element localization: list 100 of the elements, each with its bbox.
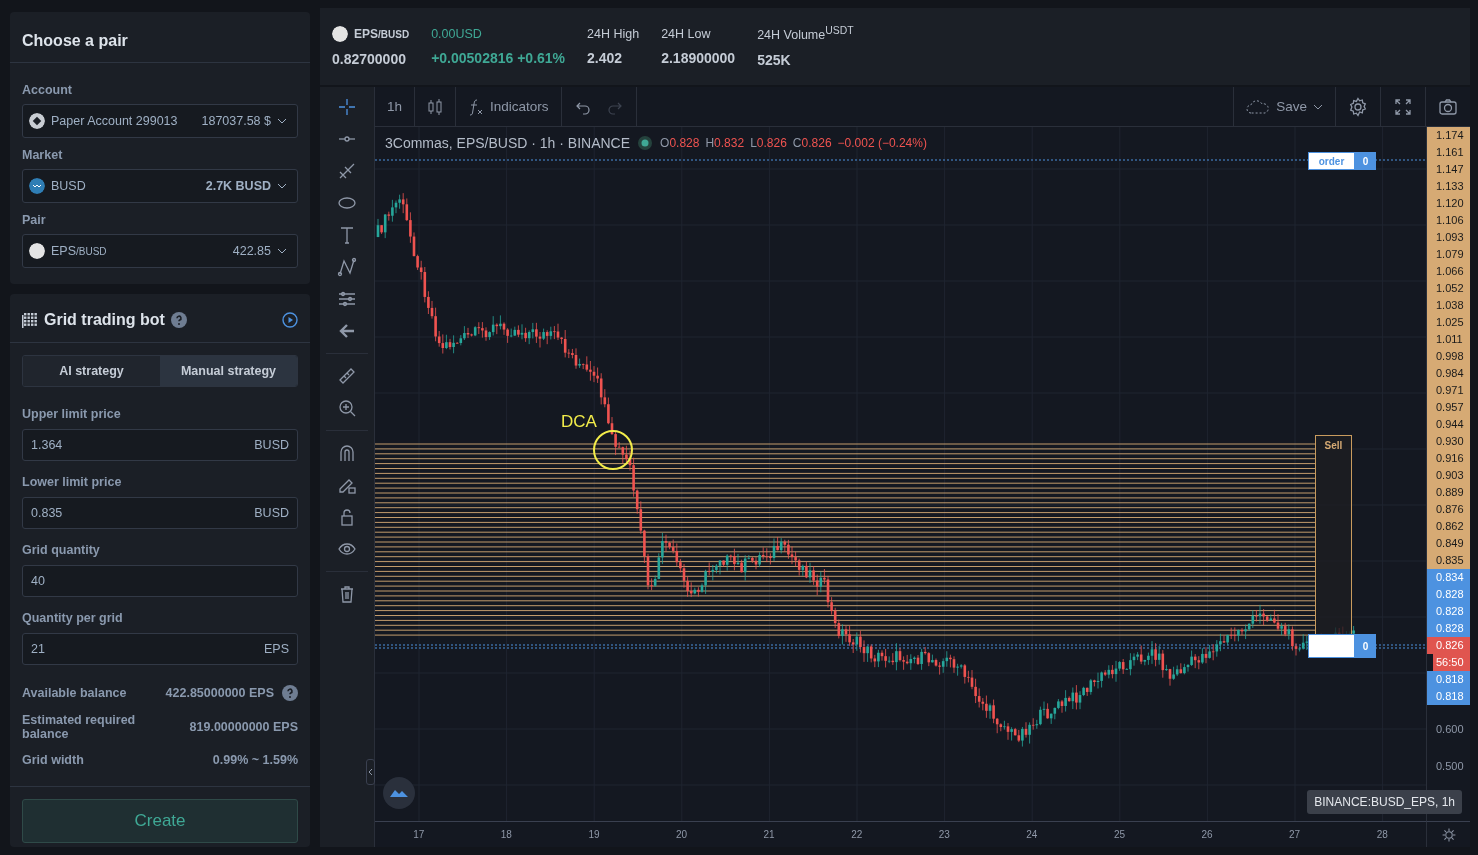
panel-title: Choose a pair: [10, 12, 310, 63]
timeframe-button[interactable]: 1h: [375, 87, 416, 126]
panel-title: Grid trading bot: [44, 311, 165, 329]
field-label: Upper limit price: [22, 407, 122, 421]
input-field[interactable]: 21 EPS: [22, 633, 298, 665]
price-label: 1.161: [1427, 144, 1470, 161]
price-label: 0.826: [1427, 637, 1470, 654]
info-value: 819.00000000 EPS: [188, 720, 298, 734]
date-label: 27: [1288, 829, 1302, 840]
price-label: 0.930: [1427, 433, 1470, 450]
price-label: 0.500: [1435, 759, 1465, 774]
order-count: 0: [1355, 152, 1376, 170]
position-count: 0: [1355, 634, 1376, 658]
input-field[interactable]: 0.835 BUSD: [22, 497, 298, 529]
ohlc-value: L0.826: [750, 136, 787, 150]
price-label: 0.984: [1427, 365, 1470, 382]
field-label: Quantity per grid: [22, 611, 124, 625]
change-usd: 0.00USD: [431, 27, 483, 41]
field-label: Grid quantity: [22, 543, 101, 557]
stat-value: 2.18900000: [661, 50, 736, 66]
indicators-button[interactable]: Indicators: [456, 87, 562, 126]
dropdown-value: BUSD: [51, 179, 86, 193]
info-value: 0.99% ~ 1.59%: [211, 753, 298, 767]
ohlc-change: −0.002 (−0.24%): [837, 136, 927, 150]
price-label: 56:50: [1433, 654, 1470, 671]
date-label: 18: [499, 829, 513, 840]
date-label: 20: [674, 829, 689, 840]
price-label: 0.998: [1427, 348, 1470, 365]
ohlc-value: C0.826: [792, 136, 832, 150]
price-label: 1.038: [1427, 297, 1470, 314]
dropdown-value: Paper Account 299013: [51, 114, 178, 128]
last-price: 0.82700000: [332, 51, 407, 67]
field-label: Market: [22, 148, 64, 162]
date-label: 23: [937, 829, 951, 840]
price-label: 1.174: [1427, 127, 1470, 144]
dropdown[interactable]: EPS/BUSD 422.85: [22, 234, 298, 268]
dropdown-amount: 422.85: [232, 244, 271, 258]
pair-name: EPS/BUSD: [354, 27, 410, 41]
unit-label: BUSD: [254, 438, 289, 452]
strategy-tab[interactable]: AI strategy: [23, 356, 160, 386]
unit-label: BUSD: [254, 506, 289, 520]
price-label: 1.079: [1427, 246, 1470, 263]
price-label: 1.025: [1427, 314, 1470, 331]
dropdown-value: EPS/BUSD: [51, 244, 107, 258]
price-label: 0.834: [1427, 569, 1470, 586]
price-label: 1.052: [1427, 280, 1470, 297]
date-label: 22: [850, 829, 864, 840]
price-label: 0.818: [1427, 688, 1470, 705]
date-label: 25: [1112, 829, 1126, 840]
dropdown-amount: 187037.58 $: [201, 114, 271, 128]
unit-label: EPS: [264, 642, 289, 656]
dropdown[interactable]: BUSD 2.7K BUSD: [22, 169, 298, 203]
stat-label: 24H Volume$^{USDT}$: [757, 25, 854, 43]
price-label: 1.093: [1427, 229, 1470, 246]
price-label: 1.120: [1427, 195, 1470, 212]
chart-title: 3Commas, EPS/BUSD · 1h · BINANCE: [385, 135, 631, 151]
dropdown[interactable]: Paper Account 299013 187037.58 $: [22, 104, 298, 138]
stat-label: 24H High: [587, 27, 640, 41]
price-label: 0.903: [1427, 467, 1470, 484]
price-label: 0.828: [1427, 603, 1470, 620]
price-label: 0.828: [1427, 620, 1470, 637]
price-label: 1.133: [1427, 178, 1470, 195]
save-button[interactable]: Save: [1233, 87, 1335, 126]
annotation-text: DCA: [561, 412, 597, 432]
field-label: Account: [22, 83, 73, 97]
date-label: 28: [1375, 829, 1389, 840]
price-label: 0.889: [1427, 484, 1470, 501]
sell-label: Sell: [1324, 440, 1343, 453]
price-label: 0.916: [1427, 450, 1470, 467]
dropdown-amount: 2.7K BUSD: [205, 179, 271, 193]
stat-value: 525K: [757, 51, 792, 68]
date-label: 19: [587, 829, 601, 840]
date-label: 21: [762, 829, 776, 840]
date-label: 17: [412, 829, 426, 840]
price-label: 1.106: [1427, 212, 1470, 229]
price-label: 0.957: [1427, 399, 1470, 416]
strategy-tab[interactable]: Manual strategy: [160, 356, 297, 386]
price-label: 0.600: [1435, 722, 1465, 737]
ohlc-value: H0.832: [705, 136, 745, 150]
price-label: 0.835: [1427, 552, 1470, 569]
price-label: 0.828: [1427, 586, 1470, 603]
date-label: 26: [1200, 829, 1214, 840]
info-label: Available balance: [22, 686, 128, 700]
symbol-tooltip: BINANCE:BUSD_EPS, 1h: [1307, 790, 1462, 814]
info-label: Grid width: [22, 753, 85, 767]
price-label: 1.147: [1427, 161, 1470, 178]
date-label: 24: [1025, 829, 1039, 840]
input-field[interactable]: 40: [22, 565, 298, 597]
price-label: 0.862: [1427, 518, 1470, 535]
order-label: order: [1308, 152, 1355, 170]
stat-label: 24H Low: [661, 27, 712, 41]
price-label: 0.818: [1427, 671, 1470, 688]
price-label: 1.066: [1427, 263, 1470, 280]
info-label: Estimated required balance: [22, 713, 137, 741]
price-label: 0.849: [1427, 535, 1470, 552]
field-label: Pair: [22, 213, 47, 227]
ohlc-value: O0.828: [660, 136, 700, 150]
price-label: 1.011: [1427, 331, 1470, 348]
create-button[interactable]: Create: [22, 799, 298, 843]
input-field[interactable]: 1.364 BUSD: [22, 429, 298, 461]
